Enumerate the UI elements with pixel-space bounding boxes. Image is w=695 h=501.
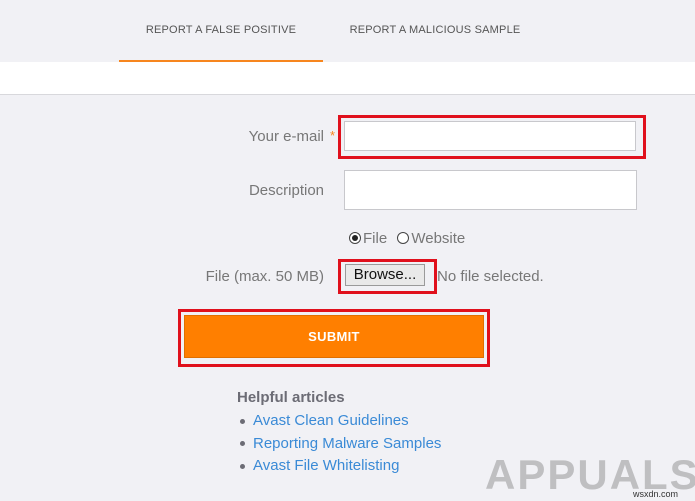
helpful-articles-list: Avast Clean Guidelines Reporting Malware…	[238, 412, 441, 480]
tab-bar: REPORT A FALSE POSITIVE REPORT A MALICIO…	[0, 0, 695, 62]
description-textarea[interactable]	[344, 170, 637, 210]
email-label: Your e-mail	[248, 128, 324, 145]
radio-file[interactable]	[349, 232, 361, 245]
article-item: Avast File Whitelisting	[238, 457, 441, 480]
helpful-articles-heading: Helpful articles	[237, 389, 345, 406]
submit-button[interactable]: SUBMIT	[184, 315, 484, 358]
bullet-icon	[240, 463, 245, 469]
tab-report-malicious-sample[interactable]: REPORT A MALICIOUS SAMPLE	[335, 0, 535, 62]
site-credit: wsxdn.com	[633, 489, 679, 499]
browse-button[interactable]: Browse...	[345, 264, 425, 286]
bullet-icon	[240, 418, 245, 424]
radio-website[interactable]	[397, 232, 410, 245]
submission-type-group: File Website	[349, 229, 471, 247]
article-link-reporting-malware[interactable]: Reporting Malware Samples	[253, 435, 441, 452]
radio-file-label: File	[363, 229, 388, 247]
article-link-clean-guidelines[interactable]: Avast Clean Guidelines	[253, 412, 409, 429]
article-item: Reporting Malware Samples	[238, 435, 441, 458]
bullet-icon	[240, 441, 245, 447]
description-label: Description	[248, 182, 324, 199]
tab-content-divider	[0, 62, 695, 95]
article-link-file-whitelisting[interactable]: Avast File Whitelisting	[253, 457, 399, 474]
file-label: File (max. 50 MB)	[205, 268, 324, 285]
email-field[interactable]	[344, 121, 636, 151]
tab-report-false-positive[interactable]: REPORT A FALSE POSITIVE	[119, 0, 323, 62]
radio-website-label: Website	[411, 229, 466, 247]
no-file-text: No file selected.	[437, 268, 544, 285]
required-asterisk: *	[330, 128, 336, 143]
article-item: Avast Clean Guidelines	[238, 412, 441, 435]
